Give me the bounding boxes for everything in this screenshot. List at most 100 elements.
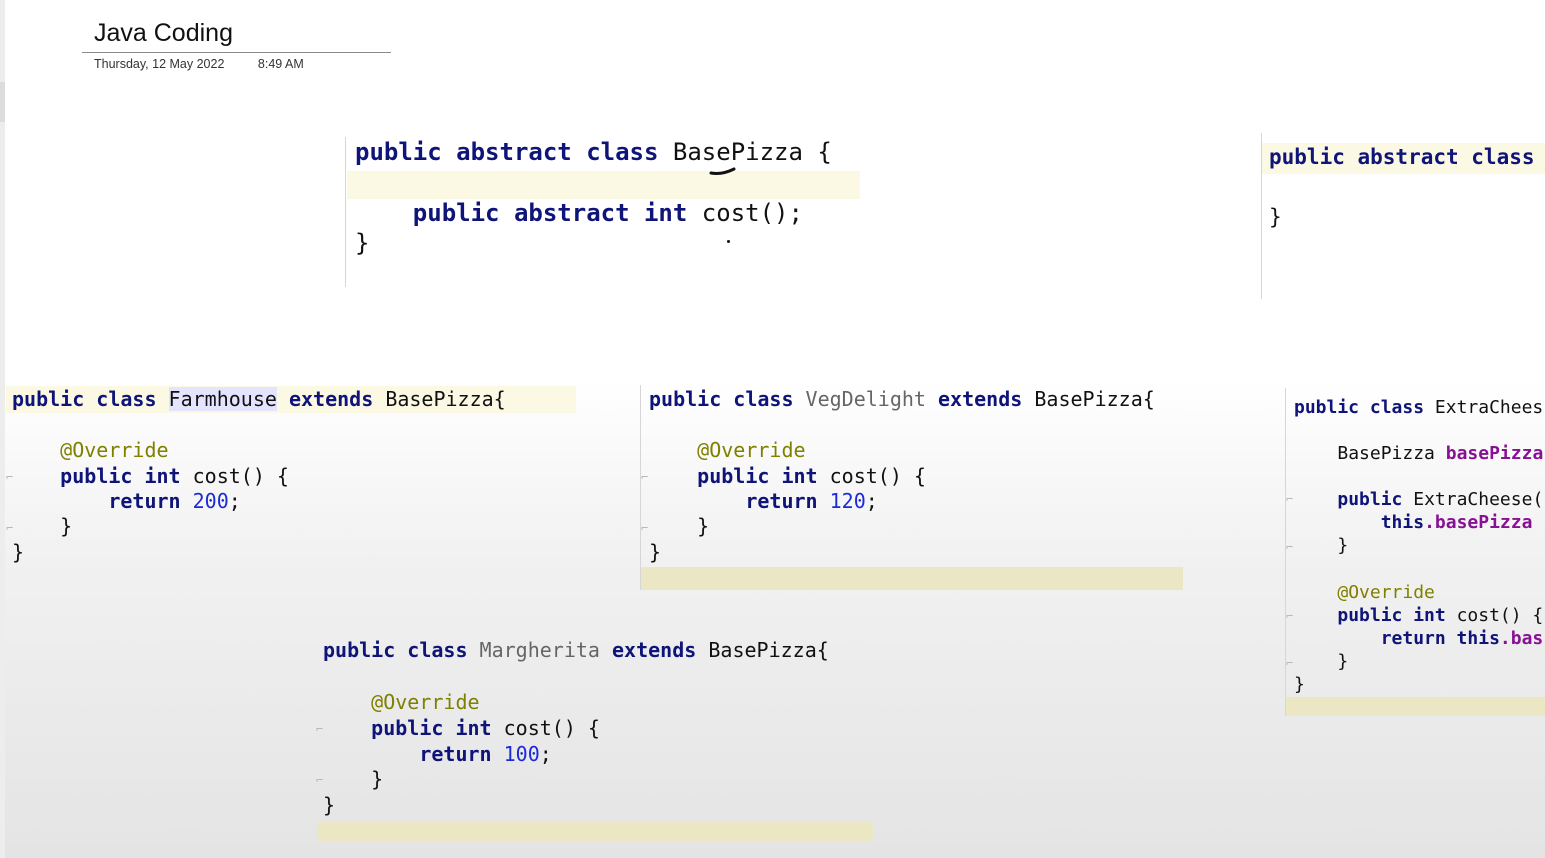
keyword: public int (697, 464, 818, 488)
keyword: public abstract class (355, 138, 659, 166)
fold-marker-icon[interactable]: ⌐ (1286, 656, 1293, 670)
code-line: BasePizza basePizza (1294, 443, 1543, 464)
fold-marker-icon[interactable]: ⌐ (641, 470, 648, 484)
code-line: this.basePizza (1294, 512, 1533, 533)
code-line: public ExtraCheese( (1294, 489, 1543, 510)
code-block-farmhouse[interactable]: public class Farmhouse extends BasePizza… (12, 387, 506, 564)
brace: { (817, 138, 832, 166)
brace: } (1337, 535, 1349, 556)
annotation: @Override (1337, 582, 1435, 603)
current-line-highlight (347, 171, 860, 199)
code-block-toppingdecorator[interactable]: public abstract class To } (1269, 145, 1535, 229)
code-line: } (649, 540, 661, 564)
type-name: BasePizza (1337, 443, 1435, 464)
code-block-vegdelight[interactable]: public class VegDelight extends BasePizz… (649, 387, 1155, 564)
method-name: cost() { (503, 716, 600, 740)
keyword: return this (1380, 628, 1500, 649)
number-literal: 100 (503, 742, 540, 766)
class-name: Farmhouse (168, 387, 277, 411)
title-underline (82, 52, 391, 53)
code-line: } (1294, 535, 1348, 556)
brace: } (1294, 674, 1305, 695)
fold-marker-icon[interactable]: ⌐ (641, 521, 648, 535)
current-line-highlight (318, 821, 873, 841)
keyword: public class (12, 387, 157, 411)
brace: } (12, 540, 25, 564)
code-line: public abstract class To (1269, 145, 1545, 169)
brace: } (371, 767, 384, 791)
code-line: public abstract class BasePizza { (355, 138, 832, 166)
keyword: return (419, 742, 492, 766)
keyword: public int (371, 716, 492, 740)
fold-marker-icon[interactable]: ⌐ (6, 521, 13, 535)
keyword: extends (288, 387, 374, 411)
code-line: } (12, 540, 24, 564)
page-edge-marker (0, 82, 5, 122)
note-title[interactable]: Java Coding (82, 14, 391, 52)
code-line: } (1294, 651, 1348, 672)
brace: } (649, 540, 662, 564)
method-name: cost(); (701, 199, 803, 227)
note-meta: Thursday, 12 May 2022 8:49 AM (82, 57, 391, 71)
mouse-cursor-dot (727, 240, 730, 243)
code-line: return 200; (12, 489, 241, 513)
code-line: } (323, 793, 335, 817)
block-border (640, 385, 641, 590)
code-block-basepizza[interactable]: public abstract class BasePizza { public… (355, 138, 832, 257)
current-line-highlight (1286, 697, 1545, 716)
fold-marker-icon[interactable]: ⌐ (316, 722, 323, 736)
code-line: public int cost() { (649, 464, 926, 488)
code-line: @Override (323, 690, 479, 714)
keyword: public class (323, 638, 468, 662)
brace: } (355, 229, 370, 257)
annotation: @Override (697, 438, 806, 462)
code-line: @Override (1294, 582, 1435, 603)
keyword: public abstract int (412, 199, 688, 227)
code-line: } (649, 514, 709, 538)
keyword: return (745, 489, 818, 513)
note-header: Java Coding Thursday, 12 May 2022 8:49 A… (82, 14, 391, 71)
keyword: public (1337, 489, 1403, 510)
keyword: public abstract class (1269, 145, 1535, 169)
code-line: } (1269, 205, 1282, 229)
number-literal: 200 (192, 489, 229, 513)
semicolon: ; (228, 489, 241, 513)
keyword: extends (612, 638, 697, 662)
keyword: public int (1337, 605, 1446, 626)
brace: } (323, 793, 336, 817)
fold-marker-icon[interactable]: ⌐ (1286, 492, 1293, 506)
code-line: public abstract int cost(); (355, 199, 803, 227)
semicolon: ; (865, 489, 878, 513)
keyword: this (1380, 512, 1425, 533)
field-name: .basePizza (1424, 512, 1533, 533)
number-literal: 120 (829, 489, 866, 513)
fold-marker-icon[interactable]: ⌐ (1286, 540, 1293, 554)
code-block-extracheese[interactable]: public class ExtraChees BasePizza basePi… (1294, 397, 1543, 695)
pen-underline-stroke (709, 167, 736, 175)
code-line: public class VegDelight extends BasePizz… (649, 387, 1155, 411)
field-name: .bas (1499, 628, 1544, 649)
fold-marker-icon[interactable]: ⌐ (316, 773, 323, 787)
code-line: public class Margherita extends BasePizz… (323, 638, 829, 662)
fold-marker-icon[interactable]: ⌐ (1286, 609, 1293, 623)
code-line: public int cost() { (323, 716, 600, 740)
code-line: @Override (649, 438, 806, 462)
keyword: public class (649, 387, 794, 411)
keyword: public int (60, 464, 181, 488)
class-name: BasePizza{ (708, 638, 829, 662)
brace: } (1269, 205, 1282, 229)
code-line: } (1294, 674, 1305, 695)
brace: } (697, 514, 710, 538)
code-line: public class ExtraChees (1294, 397, 1543, 418)
fold-marker-icon[interactable]: ⌐ (6, 470, 13, 484)
code-line: public int cost() { (1294, 605, 1543, 626)
code-line: } (323, 767, 383, 791)
code-line: } (355, 229, 369, 257)
class-name: VegDelight (805, 387, 926, 411)
code-block-margherita[interactable]: public class Margherita extends BasePizz… (323, 638, 829, 817)
keyword: public class (1294, 397, 1425, 418)
page-left-edge (0, 0, 5, 858)
note-time: 8:49 AM (257, 57, 304, 71)
block-border (345, 137, 346, 287)
code-line: public class Farmhouse extends BasePizza… (12, 387, 506, 411)
